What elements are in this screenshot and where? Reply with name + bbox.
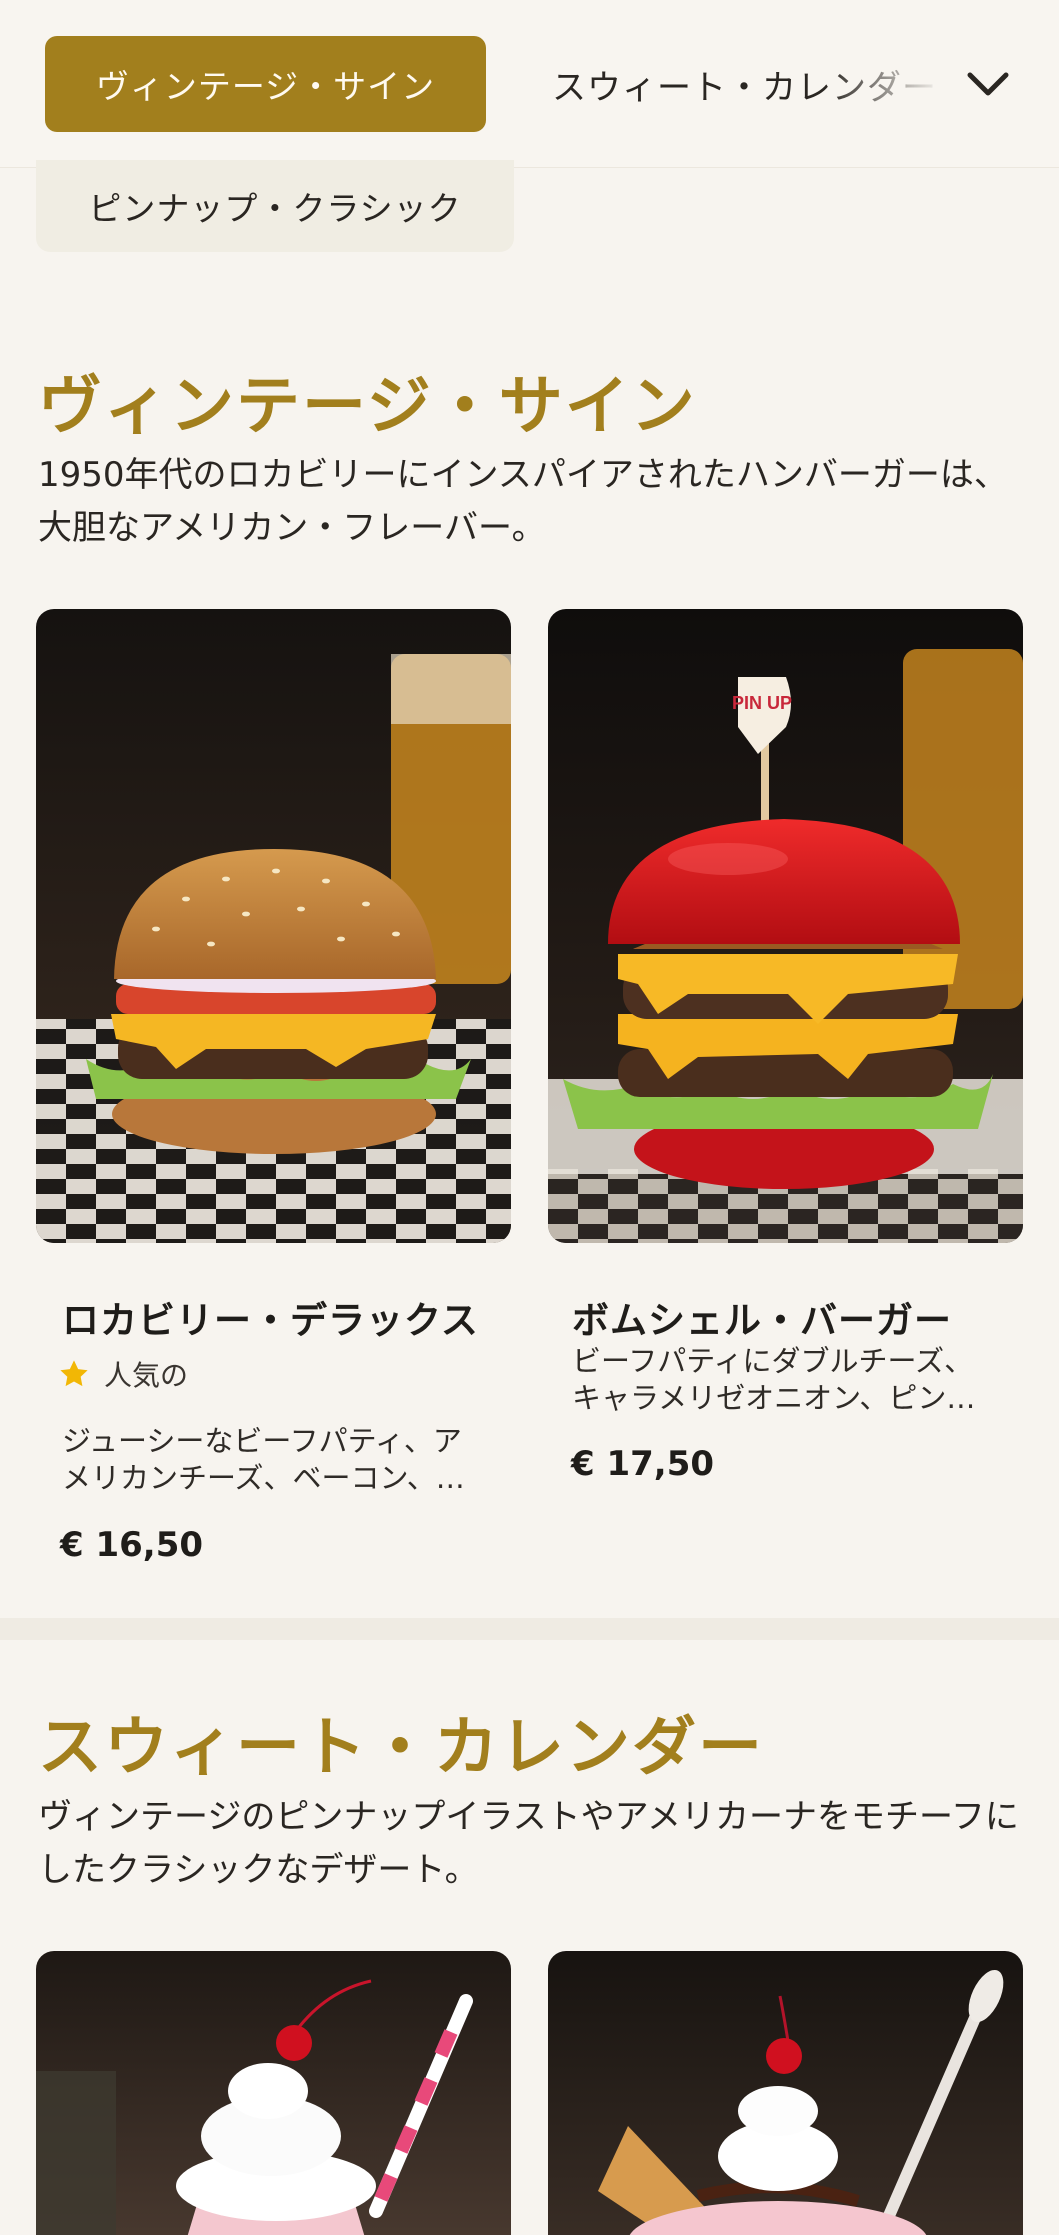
product-price: € 17,50 xyxy=(571,1444,715,1484)
category-nav: ヴィンテージ・サイン スウィート・カレンダー xyxy=(0,0,1059,168)
product-name[interactable]: ロカビリー・デラックス xyxy=(62,1290,479,1344)
product-image-milkshake[interactable] xyxy=(36,1951,511,2235)
product-image-rockabilly-deluxe[interactable] xyxy=(36,609,511,1243)
popular-badge: 人気の xyxy=(58,1354,188,1394)
section-title: ヴィンテージ・サイン xyxy=(38,370,697,444)
product-description: ジューシーなビーフパティ、アメリカンチーズ、ベーコン、… xyxy=(62,1424,465,1495)
star-icon xyxy=(60,1360,88,1387)
category-tab-active[interactable]: ヴィンテージ・サイン xyxy=(45,36,486,132)
product-description: ビーフパティにダブルチーズ、キャラメリゼオニオン、ピン… xyxy=(572,1344,976,1415)
section-title: スウィート・カレンダー xyxy=(38,1711,764,1785)
product-name[interactable]: ボムシェル・バーガー xyxy=(572,1290,952,1344)
section-description: 1950年代のロカビリーにインスパイアされたハンバーガーは、大胆なアメリカン・フ… xyxy=(38,455,1008,548)
category-option-chip[interactable]: ピンナップ・クラシック xyxy=(36,160,514,252)
product-price: € 16,50 xyxy=(60,1525,204,1565)
section-description: ヴィンテージのピンナップイラストやアメリカーナをモチーフにしたクラシックなデザー… xyxy=(38,1797,1019,1890)
section-divider xyxy=(0,1618,1059,1640)
badge-label: 人気の xyxy=(104,1359,189,1392)
pin-up-flag-label: PIN UP xyxy=(732,693,792,713)
product-image-sundae[interactable] xyxy=(548,1951,1023,2235)
chevron-down-icon[interactable] xyxy=(964,60,1012,108)
product-image-bombshell-burger[interactable]: PIN UP xyxy=(548,609,1023,1243)
category-tab-next[interactable]: スウィート・カレンダー xyxy=(552,56,942,112)
